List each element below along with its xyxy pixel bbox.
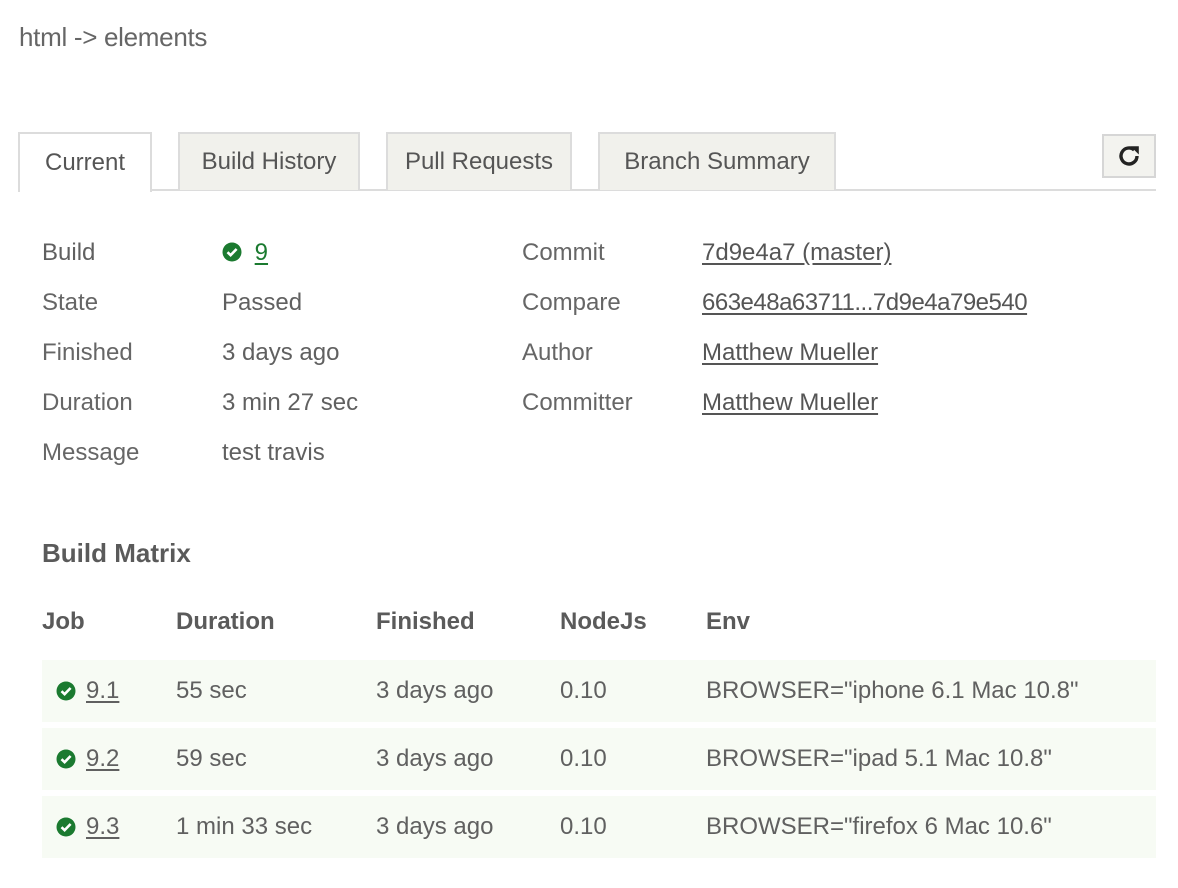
committer-label: Committer: [522, 389, 633, 416]
table-row[interactable]: 9.2 59 sec 3 days ago 0.10 BROWSER="ipad…: [42, 728, 1156, 790]
job-link[interactable]: 9.2: [86, 743, 119, 775]
check-circle-icon: [222, 242, 242, 262]
tab-build-history[interactable]: Build History: [178, 132, 360, 190]
refresh-icon: [1119, 146, 1139, 166]
job-env: BROWSER="ipad 5.1 Mac 10.8": [706, 745, 1052, 772]
duration-value: 3 min 27 sec: [222, 389, 359, 416]
job-finished: 3 days ago: [376, 813, 494, 840]
job-env: BROWSER="firefox 6 Mac 10.6": [706, 813, 1052, 840]
finished-label: Finished: [42, 339, 133, 366]
message-label: Message: [42, 439, 140, 466]
state-label: State: [42, 289, 99, 316]
tab-current[interactable]: Current: [18, 132, 152, 192]
table-row[interactable]: 9.3 1 min 33 sec 3 days ago 0.10 BROWSER…: [42, 796, 1156, 858]
compare-link[interactable]: 663e48a63711...7d9e4a79e540: [702, 288, 1028, 318]
finished-value: 3 days ago: [222, 339, 340, 366]
message-value: test travis: [222, 439, 325, 466]
refresh-button[interactable]: [1102, 134, 1156, 178]
committer-link[interactable]: Matthew Mueller: [702, 388, 878, 418]
job-finished: 3 days ago: [376, 677, 494, 704]
table-row[interactable]: 9.1 55 sec 3 days ago 0.10 BROWSER="ipho…: [42, 660, 1156, 722]
column-header-duration: Duration: [176, 608, 275, 635]
build-matrix-title: Build Matrix: [42, 538, 191, 568]
job-env: BROWSER="iphone 6.1 Mac 10.8": [706, 677, 1079, 704]
tab-pull-requests[interactable]: Pull Requests: [386, 132, 572, 190]
compare-label: Compare: [522, 289, 621, 316]
job-nodejs: 0.10: [560, 813, 607, 840]
job-duration: 1 min 33 sec: [176, 813, 313, 840]
check-circle-icon: [56, 681, 76, 701]
column-header-finished: Finished: [376, 608, 475, 635]
commit-label: Commit: [522, 239, 605, 266]
duration-label: Duration: [42, 389, 133, 416]
build-value: 9: [222, 238, 268, 268]
job-link[interactable]: 9.3: [86, 811, 119, 843]
job-duration: 59 sec: [176, 745, 247, 772]
repo-title: html -> elements: [19, 22, 208, 52]
author-label: Author: [522, 339, 593, 366]
author-link[interactable]: Matthew Mueller: [702, 338, 878, 368]
column-header-nodejs: NodeJs: [560, 608, 647, 635]
job-nodejs: 0.10: [560, 745, 607, 772]
job-duration: 55 sec: [176, 677, 247, 704]
state-value: Passed: [222, 289, 303, 316]
commit-link[interactable]: 7d9e4a7 (master): [702, 238, 891, 268]
build-number-link[interactable]: 9: [255, 239, 268, 266]
build-label: Build: [42, 239, 96, 266]
column-header-env: Env: [706, 608, 751, 635]
job-link[interactable]: 9.1: [86, 675, 119, 707]
check-circle-icon: [56, 817, 76, 837]
job-finished: 3 days ago: [376, 745, 494, 772]
job-nodejs: 0.10: [560, 677, 607, 704]
check-circle-icon: [56, 749, 76, 769]
column-header-job: Job: [42, 608, 85, 635]
tab-branch-summary[interactable]: Branch Summary: [598, 132, 836, 190]
